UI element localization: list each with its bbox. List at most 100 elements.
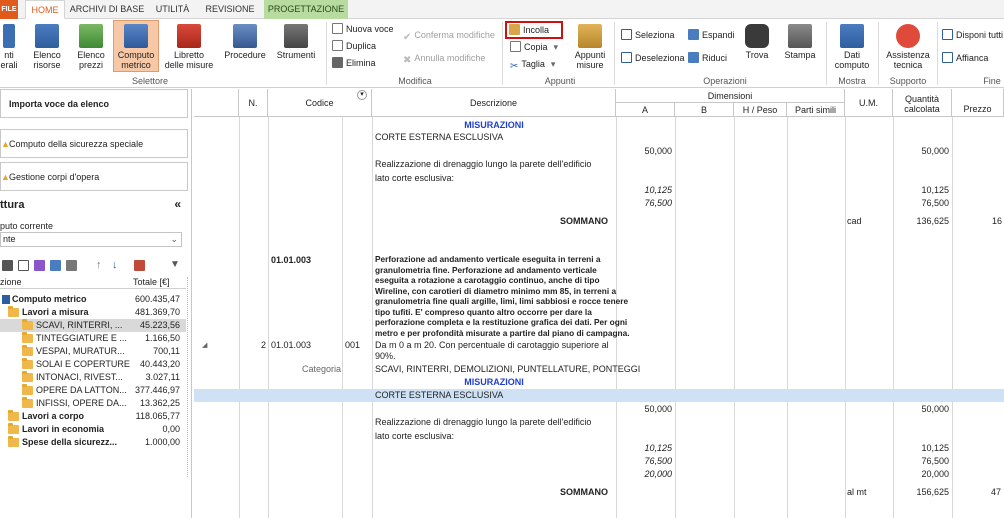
taglia-button[interactable]: ✂ Taglia ▾ xyxy=(510,57,555,72)
elimina-button[interactable]: Elimina xyxy=(332,56,376,71)
annulla-modifiche-button[interactable]: ✖ Annulla modifiche xyxy=(403,51,485,66)
incolla-button[interactable]: Incolla xyxy=(505,21,563,39)
computo-corrente-select[interactable]: nte ⌄ xyxy=(0,232,182,247)
grid-header-parti-simili[interactable]: Parti simili xyxy=(787,103,845,117)
importa-voce-button[interactable]: Importa voce da elenco xyxy=(0,89,188,118)
seleziona-button[interactable]: Seleziona xyxy=(621,28,675,43)
grid-header-codice[interactable]: Codice ▾ xyxy=(268,89,372,117)
computo-metrico-button[interactable]: Computo metrico xyxy=(113,20,159,72)
grid-header-b[interactable]: B xyxy=(675,103,734,117)
description-cell[interactable]: CORTE ESTERNA ESCLUSIVA xyxy=(375,390,503,401)
link-icon[interactable] xyxy=(50,260,61,271)
stampa-button[interactable]: Stampa xyxy=(782,21,818,60)
elenco-prezzi-button[interactable]: Elenco prezzi xyxy=(72,21,110,70)
dimension-a-cell[interactable]: 10,125 xyxy=(616,185,672,196)
tree-item[interactable]: TINTEGGIATURE E ... 1.166,50 xyxy=(0,332,186,345)
deseleziona-label: Deseleziona xyxy=(635,53,685,63)
delete-icon[interactable] xyxy=(2,260,13,271)
copy-icon xyxy=(510,41,521,52)
description-cell[interactable]: CORTE ESTERNA ESCLUSIVA xyxy=(375,132,503,143)
affianca-button[interactable]: Affianca xyxy=(942,51,988,66)
tab-revisione[interactable]: REVISIONE xyxy=(200,0,260,19)
grid-header-um[interactable]: U.M. xyxy=(845,89,893,117)
tree-item[interactable]: SOLAI E COPERTURE 40.443,20 xyxy=(0,358,186,371)
booklet-icon xyxy=(177,24,201,48)
strumenti-button[interactable]: Strumenti xyxy=(274,21,318,60)
description-cell[interactable]: Realizzazione di drenaggio lungo la pare… xyxy=(375,159,591,170)
sub-codice-cell[interactable]: 001 xyxy=(345,340,360,351)
grid-header-n[interactable]: N. xyxy=(239,89,268,117)
grid-header-h-peso[interactable]: H / Peso xyxy=(734,103,787,117)
eraser-icon[interactable] xyxy=(34,260,45,271)
tree-item[interactable]: VESPAI, MURATUR... 700,11 xyxy=(0,345,186,358)
grid-header-prezzo[interactable]: Prezzo xyxy=(952,89,1004,117)
tab-file[interactable]: FILE xyxy=(0,0,18,19)
filter-icon[interactable]: ▼ xyxy=(170,260,181,271)
copia-button[interactable]: Copia ▾ xyxy=(510,40,558,55)
dimension-a-cell[interactable]: 20,000 xyxy=(616,469,672,480)
tree-item[interactable]: Spese della sicurezz... 1.000,00 xyxy=(0,436,186,449)
tree-item[interactable]: Lavori a misura 481.369,70 xyxy=(0,306,186,319)
filter-icon[interactable]: ▾ xyxy=(357,90,367,100)
description-cell[interactable]: Da m 0 a m 20. Con percentuale di carota… xyxy=(375,340,609,351)
grid-header-descrizione[interactable]: Descrizione xyxy=(372,89,616,117)
tree-item[interactable]: INTONACI, RIVEST... 3.027,11 xyxy=(0,371,186,384)
collapse-panel-button[interactable]: « xyxy=(174,197,181,211)
grid-header-a[interactable]: A xyxy=(616,103,675,117)
edit-icon[interactable] xyxy=(18,260,29,271)
ribbon: nti erali Elenco risorse Elenco prezzi C… xyxy=(0,19,1004,88)
dimension-a-cell[interactable]: 50,000 xyxy=(616,404,672,415)
dimension-a-cell[interactable]: 76,500 xyxy=(616,456,672,467)
trova-button[interactable]: Trova xyxy=(740,21,774,60)
espandi-button[interactable]: Espandi xyxy=(688,28,735,43)
row-expander-icon[interactable]: ◢ xyxy=(202,341,207,349)
arrow-down-icon[interactable]: ↓ xyxy=(112,260,123,271)
tree-item[interactable]: SCAVI, RINTERRI, ... 45.223,56 xyxy=(0,319,186,332)
conferma-modifiche-label: Conferma modifiche xyxy=(414,30,495,40)
dati-computo-button[interactable]: Dati computo xyxy=(830,21,874,70)
description-cell[interactable]: lato corte esclusiva: xyxy=(375,431,454,442)
appunti-misure-button[interactable]: Appunti misure xyxy=(570,21,610,70)
elenco-risorse-button[interactable]: Elenco risorse xyxy=(27,21,67,70)
dimension-a-cell[interactable]: 50,000 xyxy=(616,146,672,157)
assistenza-tecnica-button[interactable]: Assistenza tecnica xyxy=(882,21,934,70)
dimension-a-cell[interactable]: 10,125 xyxy=(616,443,672,454)
arrow-up-icon[interactable]: ↑ xyxy=(96,260,107,271)
dimension-a-cell[interactable]: 76,500 xyxy=(616,198,672,209)
sort-icon[interactable] xyxy=(134,260,145,271)
taglia-dropdown-icon[interactable]: ▾ xyxy=(551,59,556,69)
description-cell[interactable]: Realizzazione di drenaggio lungo la pare… xyxy=(375,417,591,428)
copia-dropdown-icon[interactable]: ▾ xyxy=(554,42,559,52)
tab-progettazione[interactable]: PROGETTAZIONE xyxy=(264,0,348,19)
conferma-modifiche-button[interactable]: ✔ Conferma modifiche xyxy=(403,28,495,43)
tree-item[interactable]: Computo metrico 600.435,47 xyxy=(0,293,186,306)
codice-cell[interactable]: 01.01.003 xyxy=(271,340,311,351)
computo-sicurezza-button[interactable]: ▲ Computo della sicurezza speciale xyxy=(0,129,188,158)
tree-item[interactable]: OPERE DA LATTON... 377.446,97 xyxy=(0,384,186,397)
disponi-tutti-button[interactable]: Disponi tutti xyxy=(942,28,1003,43)
folder-icon xyxy=(8,410,19,421)
gestione-corpi-button[interactable]: ▲ Gestione corpi d'opera xyxy=(0,162,188,191)
procedure-button[interactable]: Procedure xyxy=(222,21,268,60)
tree-item[interactable]: Lavori in economia 0,00 xyxy=(0,423,186,436)
tab-home[interactable]: HOME xyxy=(25,0,65,19)
libretto-misure-button[interactable]: Libretto delle misure xyxy=(163,21,215,70)
tab-archivi-di-base[interactable]: ARCHIVI DI BASE xyxy=(67,0,147,19)
splitter-handle[interactable] xyxy=(187,277,191,477)
riduci-label: Riduci xyxy=(702,53,728,63)
settings-icon[interactable] xyxy=(66,260,77,271)
calcoli-generali-button[interactable]: nti erali xyxy=(0,21,18,70)
group-separator xyxy=(502,22,503,85)
riduci-button[interactable]: Riduci xyxy=(688,51,727,66)
resources-icon xyxy=(35,24,59,48)
description-cell[interactable]: lato corte esclusiva: xyxy=(375,173,454,184)
description-cell[interactable]: 90%. xyxy=(375,351,396,362)
tree-item[interactable]: INFISSI, OPERE DA... 13.362,25 xyxy=(0,397,186,410)
nuova-voce-button[interactable]: Nuova voce xyxy=(332,22,394,37)
grid-line xyxy=(845,117,846,518)
duplica-button[interactable]: Duplica xyxy=(332,39,376,54)
tree-item[interactable]: Lavori a corpo 118.065,77 xyxy=(0,410,186,423)
tab-utilita[interactable]: UTILITÀ xyxy=(150,0,195,19)
deseleziona-button[interactable]: Deseleziona xyxy=(621,51,685,66)
grid-header-quantita[interactable]: Quantità calcolata xyxy=(893,89,952,117)
